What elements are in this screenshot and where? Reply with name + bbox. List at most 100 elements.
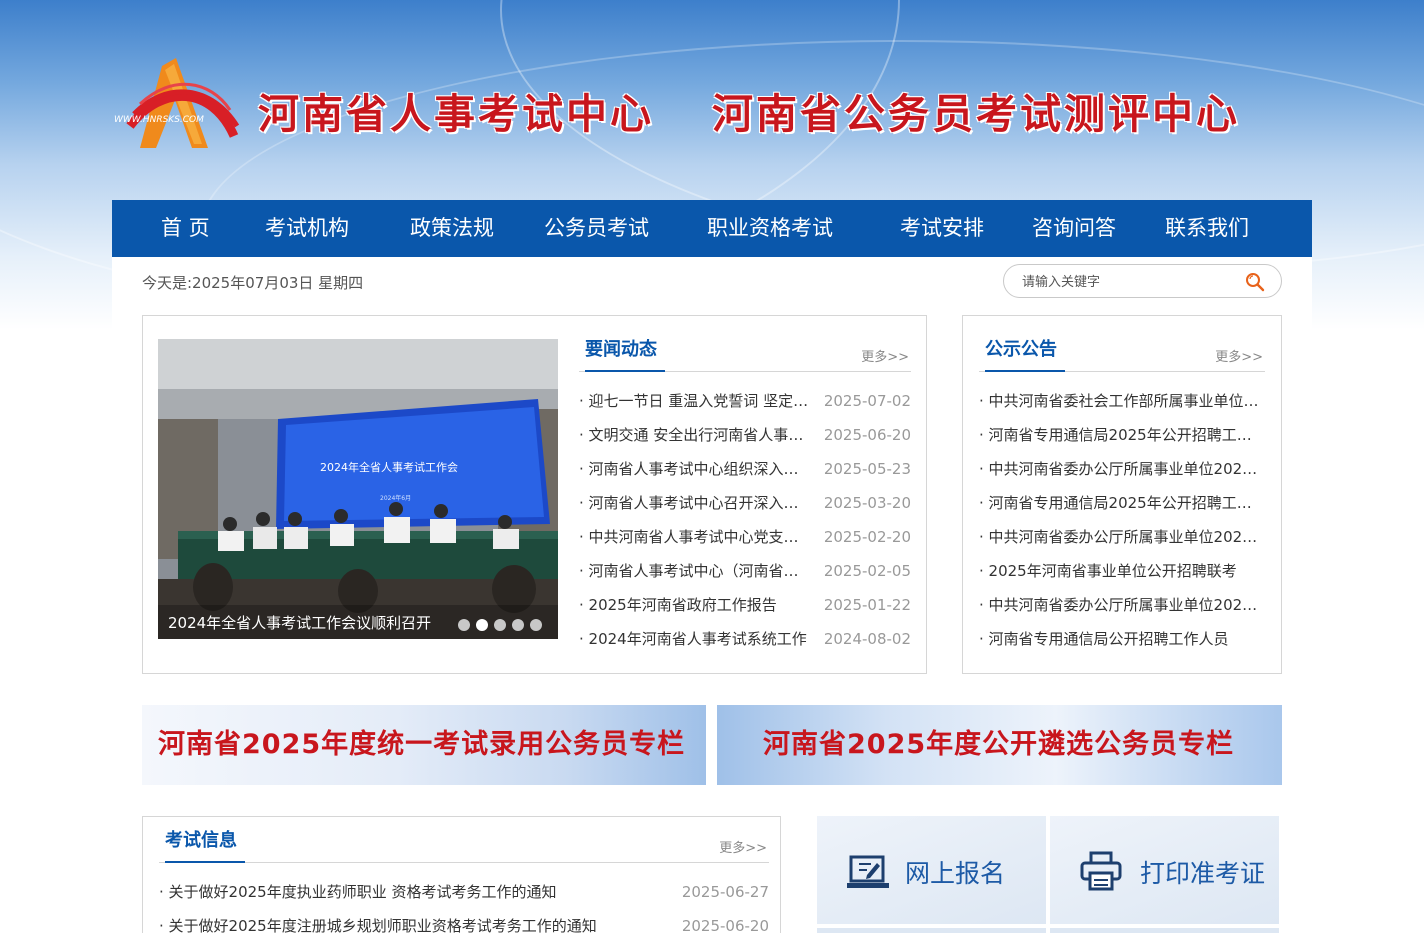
news-item-title[interactable]: · 2025年河南省政府工作报告 xyxy=(579,588,811,622)
exam-info-panel: 考试信息 更多>> · 关于做好2025年度执业药师职业 资格考试考务工作的通知… xyxy=(142,816,781,933)
search-input[interactable] xyxy=(1022,271,1242,293)
news-item-date: 2025-03-20 xyxy=(823,494,911,512)
news-item[interactable]: · 迎七一节日 重温入党誓词 坚定理想信念 2025-07-02 xyxy=(579,384,911,418)
slider-dots xyxy=(458,616,548,631)
news-item[interactable]: · 河南省人事考试中心（河南省公务员考试测评中心） 2025-02-05 xyxy=(579,554,911,588)
news-item-title[interactable]: · 文明交通 安全出行河南省人事考试中心 xyxy=(579,418,811,452)
news-item-date: 2025-01-22 xyxy=(823,596,911,614)
printer-icon xyxy=(1080,851,1122,891)
notice-item[interactable]: · 中共河南省委办公厅所属事业单位2025年公开招聘 xyxy=(979,520,1265,554)
news-item-date: 2025-02-05 xyxy=(823,562,911,580)
online-register-label: 网上报名 xyxy=(905,859,1006,888)
exam-info-item-title[interactable]: · 关于做好2025年度执业药师职业 资格考试考务工作的通知 xyxy=(159,875,659,909)
notice-item-title[interactable]: · 中共河南省委办公厅所属事业单位2025年公开招聘 xyxy=(979,520,1265,554)
news-item-date: 2024-08-02 xyxy=(823,630,911,648)
nav-item-civil-service-exam[interactable]: 公务员考试 xyxy=(544,200,649,257)
news-item[interactable]: · 2024年河南省人事考试系统工作 2024-08-02 xyxy=(579,622,911,656)
banner-text: 河南省2025年度统一考试录用公务员专栏 xyxy=(158,729,686,760)
nav-item-exam-schedule[interactable]: 考试安排 xyxy=(900,200,984,257)
search-icon[interactable] xyxy=(1245,272,1265,292)
news-item-date: 2025-05-23 xyxy=(823,460,911,478)
quick-link-tile[interactable] xyxy=(817,928,1046,933)
news-more-link[interactable]: 更多>> xyxy=(861,346,909,365)
news-panel: 2024年全省人事考试工作会 2024年6月 2024年全省人事考试工作会议顺利… xyxy=(142,315,927,674)
quick-link-tile[interactable] xyxy=(1050,928,1279,933)
main-content: 今天是:2025年07月03日 星期四 2024年全省人事考试工作会 2024年… xyxy=(112,257,1312,933)
news-item-title[interactable]: · 中共河南省人事考试中心党支部召开 xyxy=(579,520,811,554)
site-header: WWW.HNRSKS.COM 河南省人事考试中心 河南省公务员考试测评中心 xyxy=(112,50,1312,160)
slider-dot[interactable] xyxy=(494,619,506,631)
notice-item-title[interactable]: · 中共河南省委社会工作部所属事业单位公开招聘 xyxy=(979,384,1265,418)
online-register-button[interactable]: 网上报名 xyxy=(817,816,1046,924)
slider-dot[interactable] xyxy=(530,619,542,631)
exam-info-title: 考试信息 xyxy=(165,829,245,863)
register-form-icon xyxy=(847,855,889,888)
notice-item[interactable]: · 中共河南省委办公厅所属事业单位2025年公开招聘 xyxy=(979,588,1265,622)
slide-caption[interactable]: 2024年全省人事考试工作会议顺利召开 xyxy=(168,612,448,633)
notice-item-title[interactable]: · 中共河南省委办公厅所属事业单位2025年公开招聘 xyxy=(979,452,1265,486)
notice-item[interactable]: · 河南省专用通信局2025年公开招聘工作人员 xyxy=(979,486,1265,520)
nav-item-faq[interactable]: 咨询问答 xyxy=(1032,200,1116,257)
news-item[interactable]: · 河南省人事考试中心召开深入贯彻中央八项规定 2025-03-20 xyxy=(579,486,911,520)
news-item-title[interactable]: · 河南省人事考试中心（河南省公务员考试测评中心） xyxy=(579,554,811,588)
nav-item-exam-agency[interactable]: 考试机构 xyxy=(265,200,349,257)
nav-item-contact[interactable]: 联系我们 xyxy=(1165,200,1249,257)
site-logo[interactable]: WWW.HNRSKS.COM xyxy=(112,56,247,154)
news-item[interactable]: · 2025年河南省政府工作报告 2025-01-22 xyxy=(579,588,911,622)
slider-dot-active[interactable] xyxy=(476,619,488,631)
news-item[interactable]: · 河南省人事考试中心组织深入贯彻中央八项规定精神 2025-05-23 xyxy=(579,452,911,486)
nav-item-policies[interactable]: 政策法规 xyxy=(410,200,494,257)
search-box xyxy=(1003,264,1282,298)
notice-item[interactable]: · 中共河南省委社会工作部所属事业单位公开招聘 xyxy=(979,384,1265,418)
news-header: 要闻动态 更多>> xyxy=(579,338,911,372)
nav-item-qualification-exam[interactable]: 职业资格考试 xyxy=(707,200,833,257)
screen-text: 2024年全省人事考试工作会 xyxy=(320,460,458,474)
news-item-title[interactable]: · 迎七一节日 重温入党誓词 坚定理想信念 xyxy=(579,384,811,418)
banner-text: 河南省2025年度公开遴选公务员专栏 xyxy=(763,729,1235,760)
news-item-title[interactable]: · 2024年河南省人事考试系统工作 xyxy=(579,622,811,656)
notice-item[interactable]: · 中共河南省委办公厅所属事业单位2025年公开招聘 xyxy=(979,452,1265,486)
current-date: 今天是:2025年07月03日 星期四 xyxy=(142,274,364,292)
photo-slider[interactable]: 2024年全省人事考试工作会 2024年6月 2024年全省人事考试工作会议顺利… xyxy=(158,339,558,639)
notice-item-title[interactable]: · 河南省专用通信局2025年公开招聘工作人员 xyxy=(979,418,1265,452)
main-nav: 首 页 考试机构 政策法规 公务员考试 职业资格考试 考试安排 咨询问答 联系我… xyxy=(112,200,1312,257)
slider-dot[interactable] xyxy=(458,619,470,631)
notice-item-title[interactable]: · 河南省专用通信局2025年公开招聘工作人员 xyxy=(979,486,1265,520)
notice-item-title[interactable]: · 河南省专用通信局公开招聘工作人员 xyxy=(979,622,1265,656)
notice-item[interactable]: · 河南省专用通信局2025年公开招聘工作人员 xyxy=(979,418,1265,452)
news-item-date: 2025-06-20 xyxy=(823,426,911,444)
exam-info-item[interactable]: · 关于做好2025年度执业药师职业 资格考试考务工作的通知 2025-06-27 xyxy=(159,875,769,909)
logo-text: WWW.HNRSKS.COM xyxy=(114,115,204,125)
site-title-primary: 河南省人事考试中心 xyxy=(258,90,654,138)
notice-title: 公示公告 xyxy=(985,338,1065,372)
screen-subtext: 2024年6月 xyxy=(380,494,411,502)
notice-item[interactable]: · 河南省专用通信局公开招聘工作人员 xyxy=(979,622,1265,656)
exam-info-more-link[interactable]: 更多>> xyxy=(719,837,767,856)
news-title: 要闻动态 xyxy=(585,338,665,372)
exam-info-header: 考试信息 更多>> xyxy=(159,829,769,863)
exam-info-item[interactable]: · 关于做好2025年度注册城乡规划师职业资格考试考务工作的通知 2025-06-… xyxy=(159,909,769,933)
exam-info-item-date: 2025-06-27 xyxy=(681,883,769,901)
notice-more-link[interactable]: 更多>> xyxy=(1215,346,1263,365)
news-item[interactable]: · 文明交通 安全出行河南省人事考试中心 2025-06-20 xyxy=(579,418,911,452)
news-item-title[interactable]: · 河南省人事考试中心组织深入贯彻中央八项规定精神 xyxy=(579,452,811,486)
news-item-title[interactable]: · 河南省人事考试中心召开深入贯彻中央八项规定 xyxy=(579,486,811,520)
site-title-secondary: 河南省公务员考试测评中心 xyxy=(712,90,1240,138)
news-item[interactable]: · 中共河南省人事考试中心党支部召开 2025-02-20 xyxy=(579,520,911,554)
nav-item-home[interactable]: 首 页 xyxy=(161,200,210,257)
exam-info-item-title[interactable]: · 关于做好2025年度注册城乡规划师职业资格考试考务工作的通知 xyxy=(159,909,659,933)
notice-header: 公示公告 更多>> xyxy=(979,338,1265,372)
notice-item-title[interactable]: · 中共河南省委办公厅所属事业单位2025年公开招聘 xyxy=(979,588,1265,622)
news-item-date: 2025-02-20 xyxy=(823,528,911,546)
exam-info-item-date: 2025-06-20 xyxy=(681,917,769,933)
news-item-date: 2025-07-02 xyxy=(823,392,911,410)
notice-item-title[interactable]: · 2025年河南省事业单位公开招聘联考 xyxy=(979,554,1265,588)
slide-photo: 2024年全省人事考试工作会 2024年6月 xyxy=(158,339,558,639)
civil-servant-exam-banner[interactable]: 河南省2025年度统一考试录用公务员专栏 xyxy=(142,705,706,785)
print-ticket-button[interactable]: 打印准考证 xyxy=(1050,816,1279,924)
notice-panel: 公示公告 更多>> · 中共河南省委社会工作部所属事业单位公开招聘 · 河南省专… xyxy=(962,315,1282,674)
slider-dot[interactable] xyxy=(512,619,524,631)
print-ticket-label: 打印准考证 xyxy=(1140,859,1266,888)
notice-item[interactable]: · 2025年河南省事业单位公开招聘联考 xyxy=(979,554,1265,588)
civil-servant-selection-banner[interactable]: 河南省2025年度公开遴选公务员专栏 xyxy=(717,705,1282,785)
